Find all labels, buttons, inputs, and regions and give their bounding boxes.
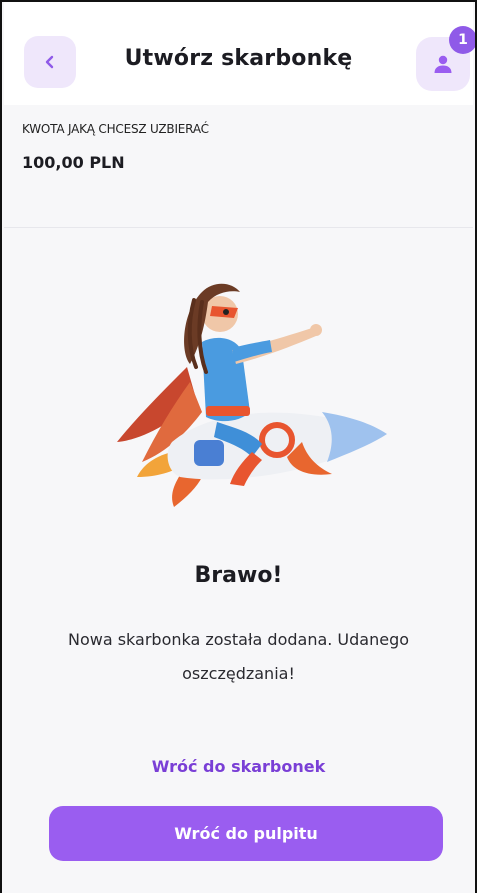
goal-summary: KWOTA JAKĄ CHCESZ UZBIERAĆ 100,00 PLN: [4, 105, 473, 228]
top-bar: Utwórz skarbonkę: [4, 2, 473, 105]
goal-amount-label: KWOTA JAKĄ CHCESZ UZBIERAĆ: [22, 122, 209, 136]
success-message: Nowa skarbonka została dodana. Udanego o…: [67, 630, 410, 683]
back-to-dashboard-button[interactable]: Wróć do pulpitu: [49, 806, 443, 861]
chevron-left-icon: [45, 55, 54, 69]
app-screen: Utwórz skarbonkę 1 KWOTA JAKĄ CHCESZ UZB…: [0, 0, 477, 893]
rocket-hero-illustration: [117, 283, 387, 507]
goal-amount-value: 100,00 PLN: [22, 153, 125, 172]
page-title: Utwórz skarbonkę: [124, 46, 353, 71]
user-icon: [434, 55, 452, 73]
notification-badge: 1: [449, 26, 475, 54]
back-button[interactable]: [24, 36, 76, 88]
success-heading: Brawo!: [194, 563, 283, 588]
back-to-piggybanks-link[interactable]: Wróć do skarbonek: [4, 757, 473, 776]
